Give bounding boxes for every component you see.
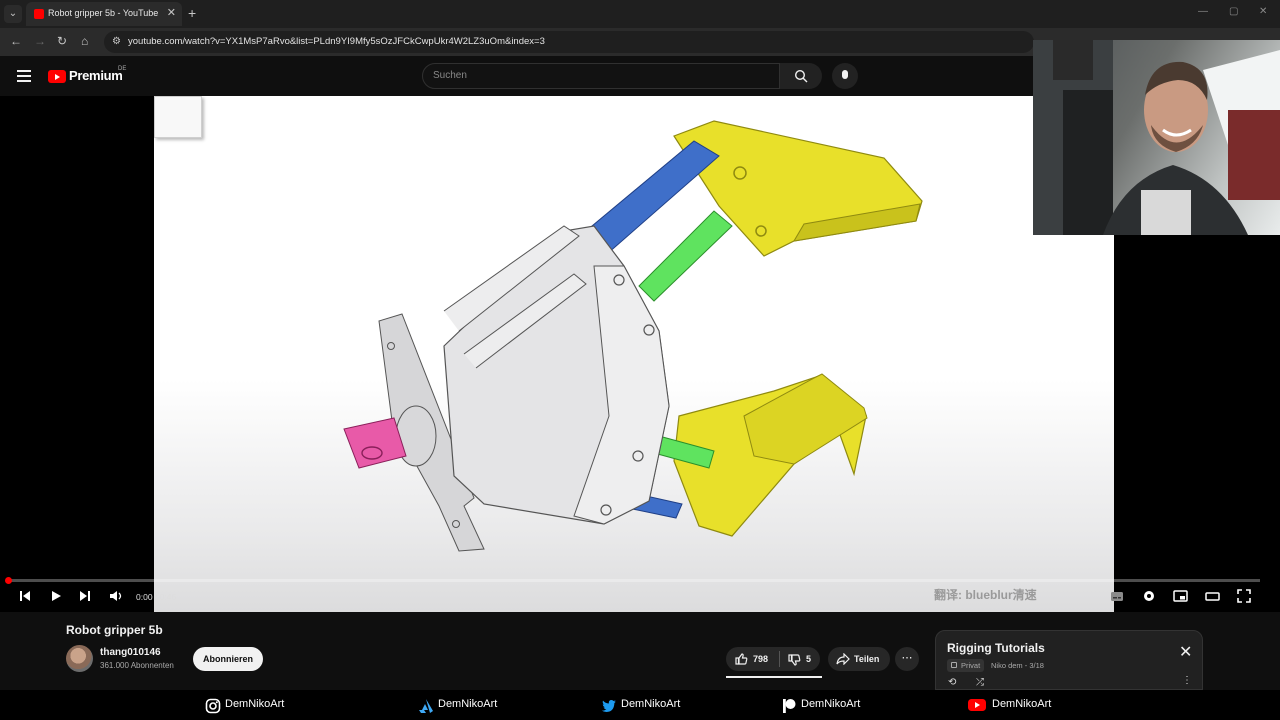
address-bar[interactable]: ⚙ youtube.com/watch?v=YX1MsP7aRvo&list=P…	[104, 31, 1034, 53]
minimize-icon[interactable]: —	[1198, 6, 1208, 17]
search-button[interactable]	[780, 63, 822, 89]
privacy-label: Privat	[961, 661, 981, 670]
webcam-overlay	[1033, 40, 1280, 235]
channel-avatar[interactable]	[66, 645, 93, 672]
menu-icon[interactable]	[17, 70, 31, 82]
social-handle: DemNikoArt	[801, 698, 861, 710]
share-button[interactable]: Teilen	[828, 647, 890, 671]
subscribe-button[interactable]: Abonnieren	[193, 647, 263, 671]
like-count[interactable]: 798	[753, 654, 768, 664]
search-input[interactable]: Suchen	[422, 63, 780, 89]
subtitle-text: 翻译: blueblur清速	[934, 588, 1037, 602]
video-frame[interactable]: 翻译: blueblur清速	[154, 96, 1114, 612]
tab-search-button[interactable]: ⌄	[4, 5, 22, 23]
lock-icon	[951, 662, 957, 668]
youtube-icon	[968, 699, 986, 711]
settings-gear-icon[interactable]	[1142, 589, 1156, 603]
youtube-premium-logo[interactable]: Premium	[69, 68, 123, 83]
subscriber-count: 361.000 Abonnenten	[100, 661, 174, 670]
progress-scrubber[interactable]	[5, 577, 12, 584]
motor-coupler	[343, 417, 407, 469]
social-links-bar: DemNikoArt DemNikoArt DemNikoArt DemNiko…	[0, 690, 1280, 720]
more-options-button[interactable]: ⋯	[895, 647, 919, 671]
fullscreen-icon[interactable]	[1237, 589, 1251, 603]
social-handle: DemNikoArt	[621, 698, 681, 710]
subtitles-icon[interactable]	[1110, 589, 1124, 603]
webcam-figure	[1033, 40, 1280, 235]
home-icon[interactable]: ⌂	[81, 34, 88, 48]
loop-icon[interactable]: ⟲	[948, 677, 956, 688]
volume-icon[interactable]	[109, 589, 124, 603]
forward-icon[interactable]: →	[34, 34, 46, 48]
voice-search-button[interactable]	[832, 63, 858, 89]
robot-gripper-render	[343, 120, 923, 552]
artstation-icon	[419, 699, 433, 713]
dislike-count[interactable]: 5	[806, 654, 811, 664]
time-display: 0:00 / 0:46	[136, 592, 177, 602]
window-close-icon[interactable]: ✕	[1259, 6, 1267, 17]
maximize-icon[interactable]: ▢	[1229, 6, 1238, 17]
region-code: DE	[118, 66, 127, 72]
search-placeholder: Suchen	[433, 70, 467, 81]
theater-mode-icon[interactable]	[1205, 589, 1220, 603]
upper-green-link	[638, 210, 733, 302]
channel-name[interactable]: thang010146	[100, 647, 161, 658]
url-text[interactable]: youtube.com/watch?v=YX1MsP7aRvo&list=PLd…	[128, 36, 545, 47]
twitter-icon	[601, 699, 616, 712]
social-handle: DemNikoArt	[992, 698, 1052, 710]
microphone-icon	[842, 70, 848, 79]
playlist-meta: Niko dem - 3/18	[991, 661, 1044, 670]
social-handle: DemNikoArt	[225, 698, 285, 710]
patreon-icon	[783, 699, 796, 713]
like-divider	[779, 651, 780, 667]
share-icon	[836, 653, 850, 665]
social-handle: DemNikoArt	[438, 698, 498, 710]
playlist-close-icon[interactable]: ✕	[1179, 645, 1192, 661]
thumbs-down-icon[interactable]	[788, 654, 801, 666]
browser-tab-active[interactable]: Robot gripper 5b - YouTube ✕	[26, 2, 182, 26]
playlist-privacy-badge: Privat	[947, 659, 985, 672]
playlist-title[interactable]: Rigging Tutorials	[947, 641, 1045, 655]
previous-icon[interactable]	[18, 589, 32, 603]
like-indicator	[726, 676, 822, 678]
video-title: Robot gripper 5b	[66, 623, 163, 637]
instagram-icon	[205, 698, 221, 714]
reload-icon[interactable]: ↻	[57, 34, 67, 48]
youtube-logo-icon[interactable]	[48, 70, 66, 83]
like-dislike-group: 798 5	[726, 647, 820, 671]
site-info-icon[interactable]: ⚙	[112, 36, 121, 47]
tab-close-icon[interactable]: ✕	[167, 6, 176, 19]
back-icon[interactable]: ←	[10, 34, 22, 48]
youtube-favicon-icon	[34, 9, 44, 19]
shuffle-icon[interactable]: ⤮	[976, 677, 984, 688]
next-icon[interactable]	[78, 589, 92, 603]
play-icon[interactable]	[49, 589, 63, 603]
playlist-panel: Rigging Tutorials Privat Niko dem - 3/18…	[935, 630, 1203, 690]
new-tab-button[interactable]: +	[188, 5, 196, 21]
playlist-menu-icon[interactable]: ⋮	[1182, 675, 1192, 686]
browser-tab-bar: ⌄ Robot gripper 5b - YouTube ✕ + — ▢ ✕	[0, 0, 1280, 28]
miniplayer-icon[interactable]	[1173, 589, 1188, 603]
search-icon	[794, 69, 808, 83]
tab-title: Robot gripper 5b - YouTube	[48, 8, 159, 18]
thumbs-up-icon[interactable]	[735, 653, 748, 665]
share-label: Teilen	[854, 654, 880, 664]
progress-bar[interactable]	[8, 579, 1260, 582]
